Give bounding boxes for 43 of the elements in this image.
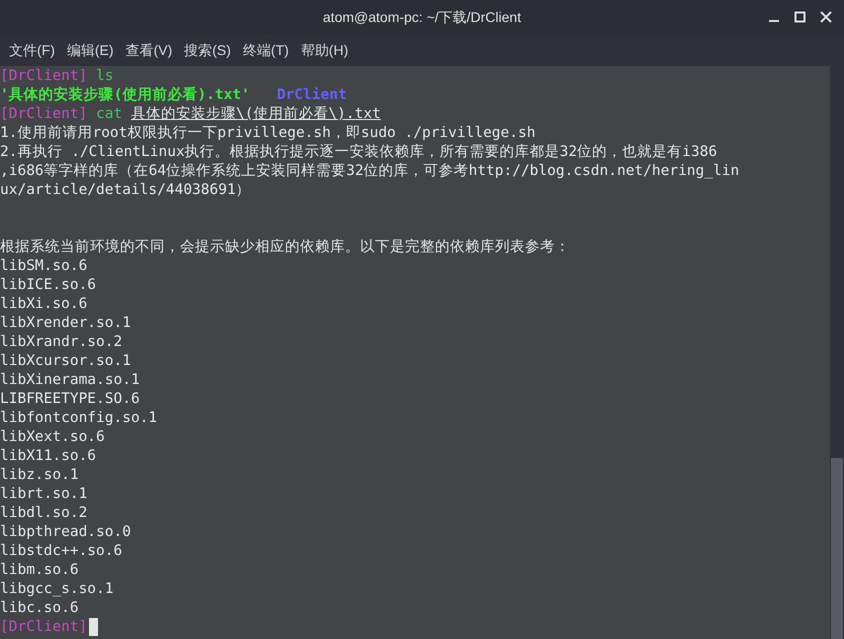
maximize-icon[interactable] — [794, 11, 806, 23]
scrollbar[interactable] — [830, 66, 844, 639]
output-text: ,i686等字样的库（在64位操作系统上安装同样需要32位的库，可参考http://blog.csdn.net/hering_lin — [0, 163, 740, 179]
output-text: libgcc_s.so.1 — [0, 581, 114, 597]
output-text: libdl.so.2 — [0, 505, 88, 521]
output-text: libpthread.so.0 — [0, 524, 131, 540]
menu-item[interactable]: 帮助(H) — [296, 40, 354, 60]
output-text: libXext.so.6 — [0, 429, 105, 445]
directory-name: DrClient — [276, 87, 347, 103]
output-text: librt.so.1 — [0, 486, 88, 502]
output-text: libX11.so.6 — [0, 448, 96, 464]
scrollbar-thumb[interactable] — [831, 458, 843, 639]
output-text: libz.so.1 — [0, 467, 79, 483]
output-text: 2.再执行 ./ClientLinux执行。根据执行提示逐一安装依赖库，所有需要的库都是32位的，也就是有i386 — [0, 144, 718, 160]
output-text: libICE.so.6 — [0, 277, 96, 293]
menu-item[interactable]: 编辑(E) — [62, 40, 119, 60]
prompt-text: [DrClient] — [0, 68, 88, 84]
output-text: libc.so.6 — [0, 600, 79, 616]
command-text: cat — [95, 106, 124, 122]
output-text: LIBFREETYPE.SO.6 — [0, 391, 140, 407]
output-text: 根据系统当前环境的不同，会提示缺少相应的依赖库。以下是完整的依赖库列表参考： — [0, 239, 570, 255]
output-text: ux/article/details/44038691） — [0, 182, 251, 198]
menu-item[interactable]: 搜索(S) — [179, 40, 236, 60]
output-text: libXi.so.6 — [0, 296, 88, 312]
command-text: ls — [95, 68, 114, 84]
close-icon[interactable] — [820, 11, 832, 23]
menu-item[interactable]: 终端(T) — [238, 40, 294, 60]
file-path: 具体的安装步骤\(使用前必看\).txt — [130, 106, 381, 122]
output-text: 1.使用前请用root权限执行一下privillege.sh，即sudo ./privillege.sh — [0, 125, 536, 141]
output-text: libXcursor.so.1 — [0, 353, 131, 369]
output-text: libm.so.6 — [0, 562, 79, 578]
output-text: libXrender.so.1 — [0, 315, 131, 331]
output-text: libfontconfig.so.1 — [0, 410, 158, 426]
prompt-text: [DrClient] — [0, 619, 88, 635]
output-text: libSM.so.6 — [0, 258, 88, 274]
output-text: libXinerama.so.1 — [0, 372, 140, 388]
output-text: libXrandr.so.2 — [0, 334, 122, 350]
output-text: libstdc++.so.6 — [0, 543, 122, 559]
menu-item[interactable]: 文件(F) — [4, 40, 60, 60]
prompt-text: [DrClient] — [0, 106, 88, 122]
file-name: '具体的安装步骤(使用前必看).txt' — [0, 87, 250, 103]
menu-item[interactable]: 查看(V) — [120, 40, 178, 60]
window-title: atom@atom-pc: ~/下载/DrClient — [322, 8, 522, 27]
